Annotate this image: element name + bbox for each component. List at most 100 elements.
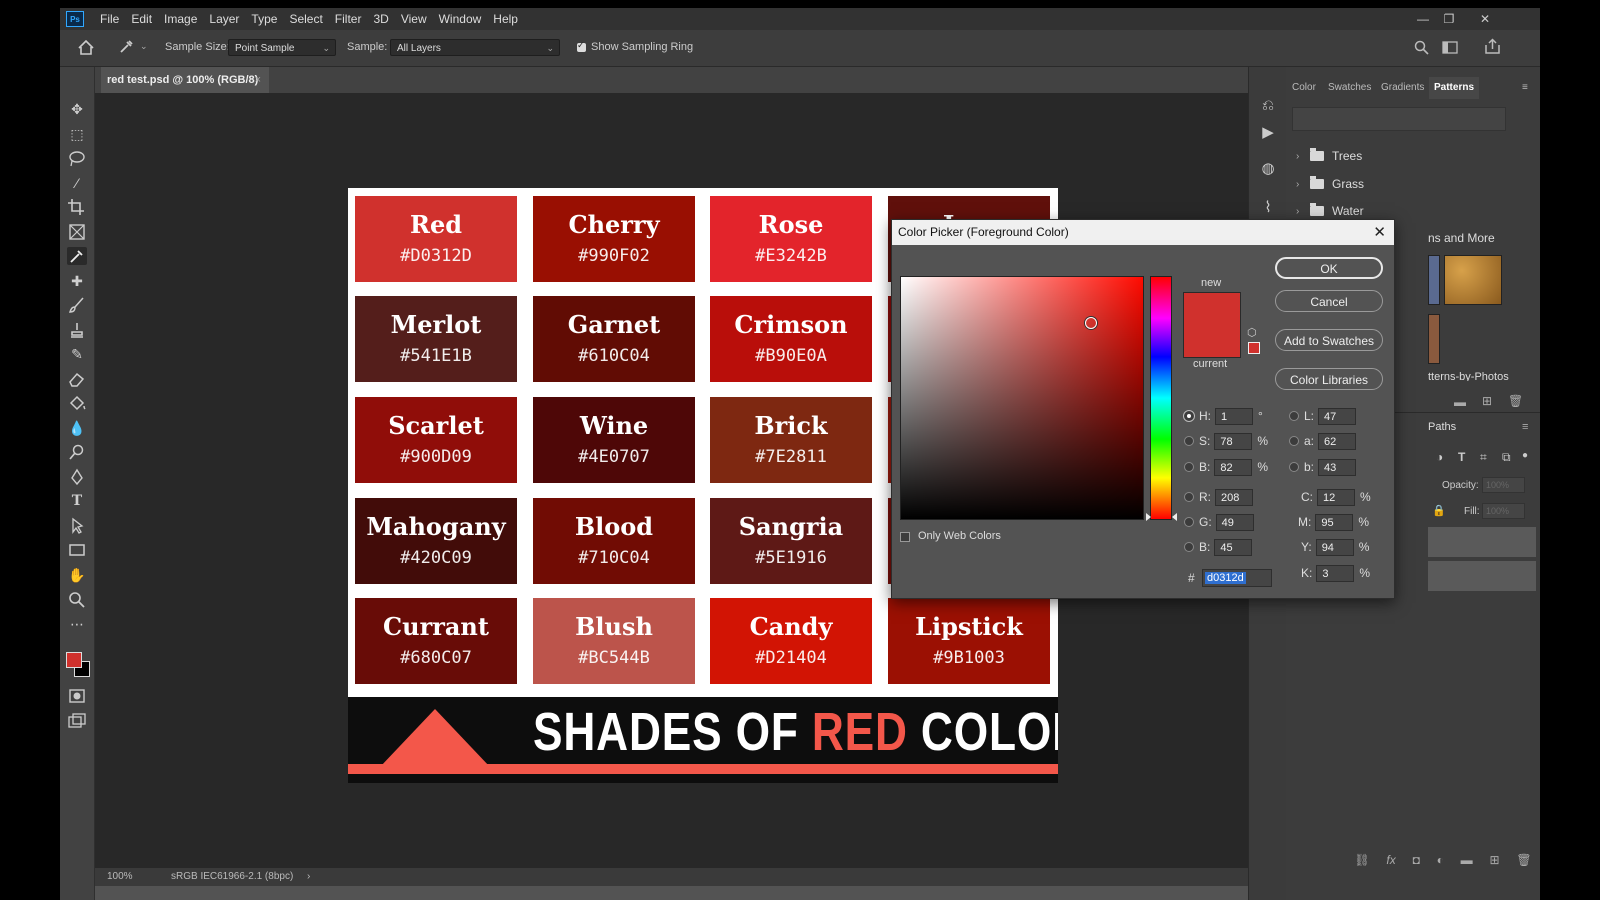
new-layer-icon[interactable]: ⊞ [1489,853,1499,873]
clone-stamp-tool-icon[interactable] [67,321,87,339]
menu-image[interactable]: Image [158,12,203,26]
folder-photos-label[interactable]: tterns-by-Photos [1428,371,1509,381]
hue-slider-left-arrow-icon[interactable] [1146,513,1151,521]
screen-mode-icon[interactable] [67,712,87,730]
pattern-thumbnail-leopard[interactable] [1444,255,1502,305]
new-group-icon[interactable]: ▬ [1461,853,1473,873]
healing-brush-tool-icon[interactable]: ✚ [67,272,87,290]
hue-input[interactable]: 1 [1215,407,1253,425]
dialog-title-bar[interactable]: Color Picker (Foreground Color) ✕ [892,220,1394,245]
sample-size-dropdown[interactable]: Point Sample ⌄ [228,39,336,56]
color-field-marker[interactable] [1085,317,1097,329]
menu-select[interactable]: Select [283,12,328,26]
brightness-input[interactable]: 82 [1214,458,1253,476]
green-input[interactable]: 49 [1215,513,1254,531]
tab-patterns[interactable]: Patterns [1429,77,1480,99]
folder-trees[interactable]: › Trees [1296,146,1362,166]
magic-wand-tool-icon[interactable]: ⁄ [67,174,87,192]
filter-adjustment-icon[interactable]: ◑ [1436,450,1443,464]
menu-3d[interactable]: 3D [367,12,394,26]
opacity-input[interactable]: 100% [1482,477,1525,493]
delete-layer-icon[interactable]: 🗑 [1516,853,1531,873]
lightness-input[interactable]: 47 [1318,407,1357,425]
history-brush-tool-icon[interactable]: ✎ [67,345,87,363]
tool-preset-chevron-icon[interactable]: ⌄ [140,41,148,52]
actions-panel-icon[interactable]: ▶ [1258,122,1278,142]
path-selection-tool-icon[interactable] [67,517,87,535]
filter-toggle-icon[interactable]: ● [1522,450,1528,461]
history-panel-icon[interactable]: ⎌ [1258,95,1278,115]
lab-b-input[interactable]: 43 [1318,458,1357,476]
eyedropper-icon[interactable] [118,39,134,55]
layer-row[interactable] [1428,561,1536,591]
tab-color[interactable]: Color [1292,77,1316,99]
move-tool-icon[interactable]: ✥ [67,100,87,118]
foreground-color-swatch-top[interactable] [66,652,82,668]
adjustments-panel-icon[interactable]: ◍ [1258,158,1278,178]
black-input[interactable]: 3 [1316,564,1355,582]
pen-tool-icon[interactable] [67,468,87,486]
sample-dropdown[interactable]: All Layers ⌄ [390,39,560,56]
close-icon[interactable]: ✕ [1373,220,1386,245]
folder-grass[interactable]: › Grass [1296,174,1364,194]
eyedropper-tool-icon[interactable] [67,247,87,265]
menu-type[interactable]: Type [245,12,283,26]
workspace-icon[interactable] [1442,41,1458,54]
hue-radio[interactable] [1183,410,1195,422]
lightness-radio[interactable] [1289,411,1299,421]
tab-paths[interactable]: Paths [1428,421,1456,433]
rectangle-tool-icon[interactable] [67,541,87,559]
lasso-tool-icon[interactable] [67,149,87,167]
menu-window[interactable]: Window [433,12,488,26]
new-group-icon[interactable]: ▬ [1454,395,1466,409]
show-sampling-ring-checkbox[interactable] [577,40,586,52]
yellow-input[interactable]: 94 [1315,538,1354,556]
ok-button[interactable]: OK [1275,257,1383,279]
close-tab-icon[interactable]: × [255,67,261,93]
lab-b-radio[interactable] [1289,462,1299,472]
zoom-level[interactable]: 100% [107,868,133,886]
lock-icon[interactable]: 🔒 [1432,504,1446,517]
saturation-input[interactable]: 78 [1214,432,1253,450]
saturation-radio[interactable] [1184,436,1194,446]
brush-settings-panel-icon[interactable]: ⌇ [1258,197,1278,217]
fill-input[interactable]: 100% [1482,503,1525,519]
tab-swatches[interactable]: Swatches [1328,77,1371,99]
fx-icon[interactable]: fx [1386,853,1395,873]
panel-menu-icon[interactable]: ≡ [1522,77,1528,99]
out-of-gamut-cube-icon[interactable]: ⬡ [1247,326,1257,339]
saturation-brightness-field[interactable] [900,276,1144,520]
document-tab[interactable]: red test.psd @ 100% (RGB/8) × [101,67,269,93]
more-tools-icon[interactable]: ⋯ [67,615,87,633]
close-window-button[interactable]: ✕ [1470,8,1500,30]
hue-slider[interactable] [1150,276,1172,520]
cancel-button[interactable]: Cancel [1275,290,1383,312]
pattern-thumbnail[interactable] [1428,314,1440,364]
status-menu-arrow[interactable]: › [307,868,310,886]
layer-row[interactable] [1428,527,1536,557]
add-to-swatches-button[interactable]: Add to Swatches [1275,329,1383,351]
search-icon[interactable] [1414,40,1429,55]
red-input[interactable]: 208 [1215,488,1253,506]
menu-edit[interactable]: Edit [125,12,158,26]
filter-shape-icon[interactable]: ⌗ [1480,450,1487,465]
folder-more-label[interactable]: ns and More [1428,231,1495,245]
filter-smart-icon[interactable]: ⧉ [1502,450,1511,465]
hue-slider-right-arrow-icon[interactable] [1172,513,1177,521]
pattern-thumbnail[interactable] [1428,255,1440,305]
new-pattern-icon[interactable]: ⊞ [1482,394,1492,408]
zoom-tool-icon[interactable] [67,590,87,608]
crop-tool-icon[interactable] [67,198,87,216]
only-web-colors-checkbox[interactable] [900,532,910,542]
cyan-input[interactable]: 12 [1317,488,1355,506]
menu-layer[interactable]: Layer [203,12,245,26]
marquee-tool-icon[interactable]: ⬚ [67,125,87,143]
filter-type-icon[interactable]: T [1458,450,1465,464]
layers-menu-icon[interactable]: ≡ [1522,421,1528,433]
paint-bucket-tool-icon[interactable] [67,394,87,412]
green-radio[interactable] [1184,517,1194,527]
add-mask-icon[interactable]: ◘ [1413,853,1420,873]
red-radio[interactable] [1184,492,1194,502]
websafe-color-swatch[interactable] [1248,342,1260,354]
link-layers-icon[interactable]: ⛓ [1354,853,1369,873]
